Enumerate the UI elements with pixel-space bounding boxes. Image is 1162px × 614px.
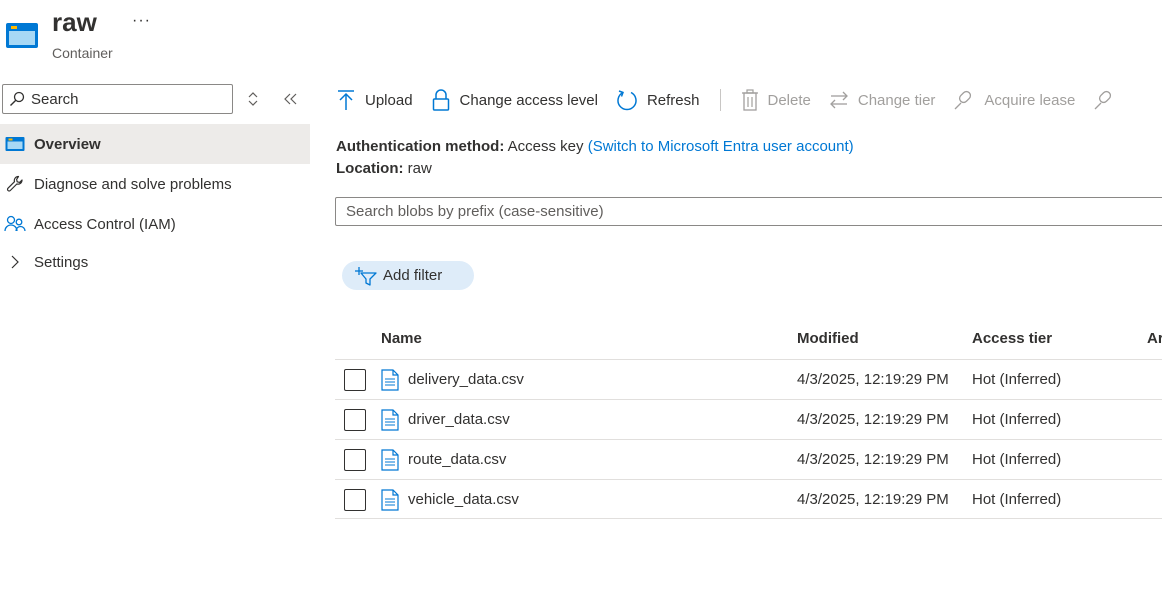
table-row[interactable]: driver_data.csv 4/3/2025, 12:19:29 PM Ho… (335, 399, 1162, 439)
add-filter-button[interactable]: Add filter (342, 261, 474, 290)
sort-icon[interactable] (245, 90, 261, 108)
nav-item-label: Overview (34, 135, 101, 153)
command-bar: Upload Change access level Refresh Delet… (336, 84, 1142, 116)
auth-method-line: Authentication method: Access key (Switc… (336, 138, 854, 155)
row-checkbox[interactable] (344, 449, 366, 471)
upload-button[interactable]: Upload (336, 89, 413, 111)
blob-search-input[interactable] (336, 198, 1162, 225)
nav-item-label: Diagnose and solve problems (34, 175, 232, 193)
nav-search-input[interactable] (31, 90, 221, 108)
change-access-level-button[interactable]: Change access level (431, 89, 598, 111)
column-header-name[interactable]: Name (381, 330, 422, 347)
upload-label: Upload (365, 91, 413, 109)
nav-item-label: Settings (34, 253, 89, 271)
toolbar-divider (719, 89, 721, 111)
auth-method-label: Authentication method: (336, 138, 505, 155)
blob-name[interactable]: route_data.csv (408, 451, 506, 468)
row-checkbox[interactable] (344, 489, 366, 511)
file-icon (381, 409, 399, 431)
search-icon (10, 91, 25, 106)
location-line: Location: raw (336, 160, 432, 177)
trash-icon (741, 89, 758, 111)
column-header-access-tier[interactable]: Access tier (972, 330, 1052, 347)
nav-item-label: Access Control (IAM) (34, 215, 176, 233)
page-subtitle: Container (52, 45, 113, 61)
blob-name[interactable]: driver_data.csv (408, 411, 510, 428)
chevron-right-icon (3, 254, 27, 270)
blob-name[interactable]: vehicle_data.csv (408, 491, 519, 508)
location-label: Location: (336, 160, 404, 177)
break-link-icon (1094, 90, 1112, 110)
wrench-icon (3, 174, 27, 194)
blob-search-box[interactable] (335, 197, 1162, 226)
delete-label: Delete (767, 91, 811, 109)
blob-access-tier: Hot (Inferred) (972, 371, 1062, 388)
refresh-button[interactable]: Refresh (616, 89, 700, 111)
nav-item-diagnose[interactable]: Diagnose and solve problems (0, 164, 310, 204)
more-options-button[interactable]: ··· (132, 12, 151, 30)
page-title: raw (52, 7, 97, 37)
blob-modified: 4/3/2025, 12:19:29 PM (797, 371, 949, 388)
nav-item-overview[interactable]: Overview (0, 124, 310, 164)
acquire-lease-label: Acquire lease (984, 91, 1076, 109)
change-access-level-label: Change access level (459, 91, 598, 109)
row-checkbox[interactable] (344, 369, 366, 391)
change-tier-button[interactable]: Change tier (829, 90, 936, 110)
auth-method-value: Access key (507, 138, 584, 155)
acquire-lease-button[interactable]: Acquire lease (953, 89, 1075, 111)
blob-access-tier: Hot (Inferred) (972, 451, 1062, 468)
refresh-label: Refresh (646, 91, 700, 109)
column-header-archive[interactable]: Ar (1147, 330, 1162, 347)
container-icon (3, 136, 27, 152)
row-checkbox[interactable] (344, 409, 366, 431)
file-icon (381, 449, 399, 471)
container-icon (5, 21, 39, 49)
table-row[interactable]: delivery_data.csv 4/3/2025, 12:19:29 PM … (335, 359, 1162, 399)
blob-name[interactable]: delivery_data.csv (408, 371, 524, 388)
table-row[interactable]: route_data.csv 4/3/2025, 12:19:29 PM Hot… (335, 439, 1162, 479)
blob-access-tier: Hot (Inferred) (972, 491, 1062, 508)
switch-auth-link[interactable]: (Switch to Microsoft Entra user account) (588, 138, 854, 155)
refresh-icon (617, 90, 637, 111)
upload-icon (338, 90, 354, 110)
nav-search-box[interactable] (2, 84, 233, 114)
blob-modified: 4/3/2025, 12:19:29 PM (797, 451, 949, 468)
column-header-modified[interactable]: Modified (797, 330, 859, 347)
nav-item-settings[interactable]: Settings (0, 242, 310, 282)
blob-access-tier: Hot (Inferred) (972, 411, 1062, 428)
break-lease-button[interactable] (1093, 89, 1124, 111)
nav-item-access-control[interactable]: Access Control (IAM) (0, 204, 310, 244)
swap-icon (829, 91, 848, 109)
blob-modified: 4/3/2025, 12:19:29 PM (797, 411, 949, 428)
blob-modified: 4/3/2025, 12:19:29 PM (797, 491, 949, 508)
lock-icon (432, 89, 449, 111)
location-value: raw (407, 160, 432, 177)
change-tier-label: Change tier (857, 91, 936, 109)
delete-button[interactable]: Delete (741, 89, 811, 111)
table-row[interactable]: vehicle_data.csv 4/3/2025, 12:19:29 PM H… (335, 479, 1162, 519)
add-filter-icon (355, 266, 377, 286)
file-icon (381, 369, 399, 391)
file-icon (381, 489, 399, 511)
people-icon (3, 214, 27, 234)
collapse-nav-icon[interactable] (282, 90, 298, 108)
link-icon (954, 90, 972, 110)
add-filter-label: Add filter (383, 267, 443, 284)
